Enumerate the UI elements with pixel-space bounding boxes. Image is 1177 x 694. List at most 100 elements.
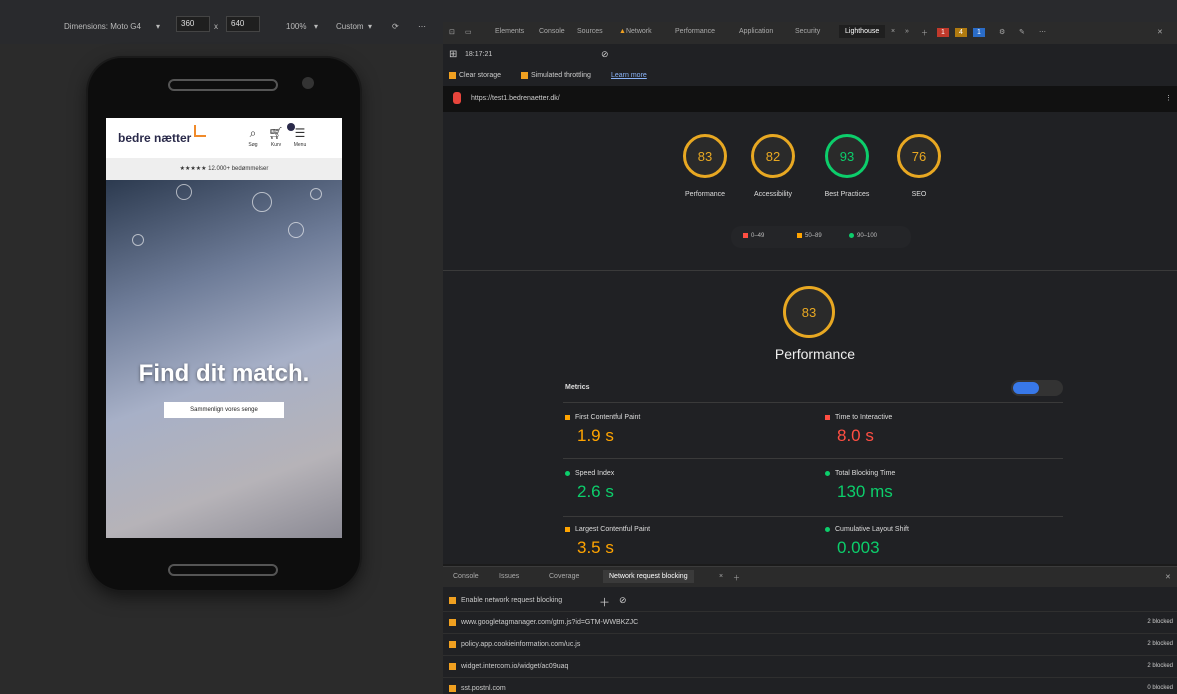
close-icon[interactable]: × (891, 28, 895, 35)
performance-gauge[interactable]: 83 (783, 286, 835, 338)
metric-value: 1.9 s (577, 426, 614, 445)
toggle-knob (1013, 382, 1039, 394)
audited-url[interactable]: https://test1.bedrenaetter.dk/ (471, 95, 560, 102)
tab-application[interactable]: Application (739, 28, 773, 35)
tab-performance[interactable]: Performance (675, 28, 715, 35)
pattern-checkbox[interactable] (449, 641, 456, 648)
status-circle-icon (825, 471, 830, 476)
tab-network-label: Network (625, 28, 652, 35)
more-options-icon[interactable]: ⋯ (418, 22, 426, 31)
tab-elements[interactable]: Elements (495, 28, 524, 35)
metric-value: 130 ms (837, 482, 893, 501)
bubble (132, 234, 144, 246)
tab-console[interactable]: Console (539, 28, 565, 35)
status-square-icon (565, 527, 570, 532)
close-icon[interactable]: × (719, 573, 723, 580)
blocked-count: 0 blocked (1147, 685, 1173, 691)
tab-security[interactable]: Security (795, 28, 820, 35)
drawer-tab-network-request-blocking[interactable]: Network request blocking (603, 570, 694, 583)
cart-icon[interactable]: 🛒︎ (266, 126, 286, 140)
drawer-tab-coverage[interactable]: Coverage (549, 573, 579, 580)
device-toggle-icon[interactable]: ▭ (465, 28, 472, 36)
devtools-drawer: Console Issues Coverage Network request … (443, 566, 1177, 694)
chevron-down-icon[interactable]: ▾ (368, 22, 372, 31)
report-selector[interactable]: 18:17:21 (465, 51, 492, 58)
metric-time-to-interactive: Time to Interactive 8.0 s (823, 414, 1063, 458)
tab-network[interactable]: ▲Network (619, 28, 652, 35)
drawer-tab-issues[interactable]: Issues (499, 573, 519, 580)
info-counter[interactable]: 1 (973, 28, 985, 37)
chevron-down-icon[interactable]: ▾ (314, 22, 318, 31)
zoom-select[interactable]: 100% (286, 22, 306, 31)
score-legend: 0–49 50–89 90–100 (731, 226, 911, 248)
metric-value: 2.6 s (577, 482, 614, 501)
devtools-tabbar: ⊡ ▭ Elements Console Sources ▲Network Pe… (443, 22, 1177, 45)
metrics-label: Metrics (565, 384, 590, 391)
legend-average-label: 50–89 (805, 233, 822, 240)
clear-icon[interactable]: ⊘ (601, 49, 609, 60)
divider (443, 270, 1177, 271)
rating-bar: ★★★★★ 12.000+ bedømmelser (106, 158, 342, 180)
score-gauge-seo[interactable]: 76 (897, 134, 941, 178)
error-counter[interactable]: 1 (937, 28, 949, 37)
pattern-checkbox[interactable] (449, 619, 456, 626)
more-tabs-icon[interactable]: » (905, 28, 909, 35)
warning-counter[interactable]: 4 (955, 28, 967, 37)
blocked-pattern-row[interactable]: widget.intercom.io/widget/ac09uaq 2 bloc… (443, 657, 1177, 678)
compare-beds-button[interactable]: Sammenlign vores senge (164, 402, 284, 418)
bubble (310, 188, 322, 200)
close-devtools-icon[interactable]: ✕ (1157, 28, 1163, 36)
metrics-view-toggle[interactable] (1011, 380, 1063, 396)
bubble (176, 184, 192, 200)
new-report-icon[interactable]: ⊞ (449, 49, 457, 60)
cart-label: Kurv (270, 142, 282, 148)
blocked-pattern-row[interactable]: www.googletagmanager.com/gtm.js?id=GTM-W… (443, 613, 1177, 634)
width-input[interactable]: 360 (176, 16, 210, 32)
score-gauge-best-practices[interactable]: 93 (825, 134, 869, 178)
add-pattern-icon[interactable]: ＋ (599, 594, 610, 610)
pattern-checkbox[interactable] (449, 663, 456, 670)
metric-title: First Contentful Paint (575, 414, 641, 421)
site-logo[interactable]: bedre nætter (118, 131, 191, 145)
throttle-select[interactable]: Custom (336, 22, 364, 31)
search-icon[interactable]: ⌕ (243, 126, 263, 141)
score-gauge-performance[interactable]: 83 (683, 134, 727, 178)
clear-storage-label: Clear storage (459, 72, 502, 79)
divider (563, 458, 1063, 459)
blocked-pattern-row[interactable]: policy.app.cookieinformation.com/uc.js 2… (443, 635, 1177, 656)
menu-icon[interactable]: ☰ (290, 126, 310, 140)
clear-storage-checkbox[interactable] (449, 72, 456, 79)
inspect-icon[interactable]: ⊡ (449, 28, 455, 36)
score-gauge-accessibility[interactable]: 82 (751, 134, 795, 178)
add-icon[interactable]: ＋ (733, 573, 740, 583)
gear-icon[interactable]: ⚙ (999, 28, 1005, 36)
device-select[interactable]: Dimensions: Moto G4 (64, 22, 141, 31)
height-input[interactable]: 640 (226, 16, 260, 32)
pattern-checkbox[interactable] (449, 685, 456, 692)
pattern-url: sst.postnl.com (461, 685, 506, 692)
learn-more-link[interactable]: Learn more (611, 72, 647, 79)
tab-lighthouse[interactable]: Lighthouse (839, 25, 886, 38)
rotate-icon[interactable]: ⟳ (392, 22, 399, 31)
drawer-tab-console[interactable]: Console (453, 573, 479, 580)
enable-blocking-checkbox[interactable] (449, 597, 456, 604)
more-options-icon[interactable]: ⋯ (1039, 28, 1046, 36)
customize-icon[interactable]: ✎ (1019, 28, 1025, 36)
blocked-count: 2 blocked (1147, 663, 1173, 669)
tab-sources[interactable]: Sources (577, 28, 603, 35)
add-icon[interactable]: ＋ (921, 28, 928, 38)
status-circle-icon (825, 527, 830, 532)
simulated-throttling-checkbox[interactable] (521, 72, 528, 79)
square-icon (797, 233, 802, 238)
dimension-separator: x (214, 22, 218, 31)
blocked-count: 2 blocked (1147, 641, 1173, 647)
status-square-icon (565, 415, 570, 420)
clear-icon[interactable]: ⊘ (619, 595, 627, 606)
pattern-url: www.googletagmanager.com/gtm.js?id=GTM-W… (461, 619, 639, 626)
blocked-pattern-row[interactable]: sst.postnl.com 0 blocked (443, 679, 1177, 694)
legend-pass-label: 90–100 (857, 233, 878, 240)
chevron-down-icon[interactable]: ▾ (156, 22, 160, 31)
more-options-icon[interactable]: ⋮ (1165, 94, 1172, 102)
score-label-best-practices: Best Practices (824, 191, 870, 198)
close-drawer-icon[interactable]: ✕ (1165, 573, 1171, 581)
